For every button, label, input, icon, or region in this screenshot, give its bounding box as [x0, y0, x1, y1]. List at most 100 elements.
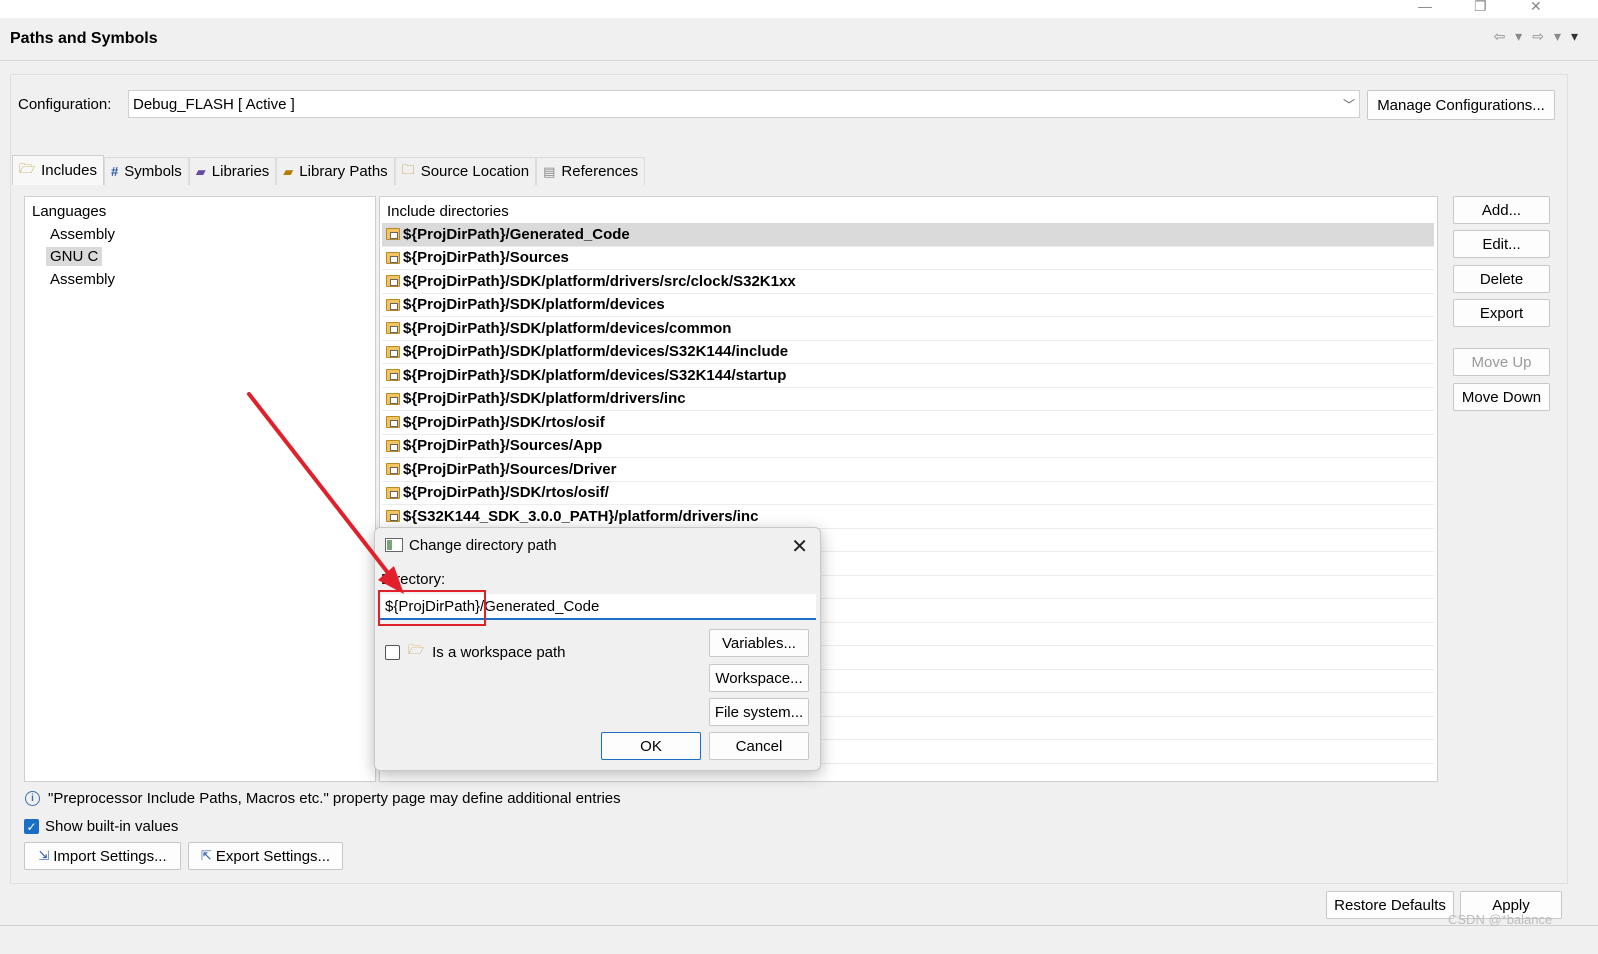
import-settings-button[interactable]: ⇲ Import Settings...: [24, 842, 181, 870]
restore-icon[interactable]: ❐: [1474, 0, 1487, 15]
include-dir-row[interactable]: ${ProjDirPath}/SDK/rtos/osif/: [382, 482, 1434, 505]
source-folder-icon: 🗀: [401, 161, 415, 177]
forward-menu-chevron-icon[interactable]: ▾: [1554, 28, 1561, 45]
folder-icon: 🗁: [408, 642, 425, 657]
include-dir-row[interactable]: ${ProjDirPath}/SDK/platform/drivers/src/…: [382, 270, 1434, 294]
window-icon: [385, 538, 403, 552]
include-dir-row[interactable]: ${ProjDirPath}/Sources/App: [382, 435, 1434, 458]
include-dir-path: ${ProjDirPath}/Sources: [403, 249, 569, 267]
restore-defaults-button[interactable]: Restore Defaults: [1326, 891, 1454, 919]
workspace-path-label: Is a workspace path: [432, 643, 566, 661]
move-up-button[interactable]: Move Up: [1453, 348, 1550, 376]
include-dir-row[interactable]: ${ProjDirPath}/Sources/Driver: [382, 458, 1434, 482]
tab-label: Library Paths: [299, 163, 388, 180]
tab-references[interactable]: ▤ References: [536, 157, 646, 185]
export-icon: ⇱: [200, 848, 212, 863]
delete-button[interactable]: Delete: [1453, 265, 1550, 293]
languages-tree[interactable]: Languages Assembly GNU C Assembly: [24, 196, 376, 782]
tree-item-assembly-2[interactable]: Assembly: [50, 271, 115, 288]
include-dir-row[interactable]: ${ProjDirPath}/SDK/platform/devices/S32K…: [382, 341, 1434, 364]
forward-arrow-icon[interactable]: ⇨: [1532, 28, 1544, 45]
checkbox-unchecked-icon[interactable]: [385, 644, 400, 660]
tab-includes[interactable]: 🗁 Includes: [12, 155, 104, 185]
include-folder-icon: [386, 392, 400, 405]
include-dir-row[interactable]: ${ProjDirPath}/SDK/platform/devices/comm…: [382, 317, 1434, 341]
include-dir-path: ${ProjDirPath}/SDK/rtos/osif/: [403, 484, 609, 502]
tab-source-location[interactable]: 🗀 Source Location: [394, 157, 537, 185]
import-icon: ⇲: [38, 848, 50, 863]
tab-symbols[interactable]: # Symbols: [104, 157, 189, 185]
minimize-icon[interactable]: —: [1418, 0, 1432, 14]
include-dir-row[interactable]: ${ProjDirPath}/SDK/platform/devices: [382, 294, 1434, 317]
include-folder-icon: [386, 439, 400, 452]
include-folder-icon: [386, 369, 400, 382]
dialog-titlebar: Change directory path ✕: [375, 528, 820, 562]
import-settings-label: Import Settings...: [53, 847, 167, 865]
history-nav: ⇦ ▾ ⇨ ▾ ▾: [1493, 28, 1578, 45]
include-dir-row[interactable]: ${ProjDirPath}/SDK/platform/drivers/inc: [382, 388, 1434, 411]
back-menu-chevron-icon[interactable]: ▾: [1515, 28, 1522, 45]
include-dir-row[interactable]: ${ProjDirPath}/SDK/platform/devices/S32K…: [382, 364, 1434, 388]
configuration-select[interactable]: Debug_FLASH [ Active ] ﹀: [128, 90, 1360, 118]
back-arrow-icon[interactable]: ⇦: [1493, 28, 1505, 45]
tree-item-assembly[interactable]: Assembly: [50, 226, 115, 243]
include-folder-icon: [386, 228, 400, 241]
include-folder-icon: [386, 298, 400, 311]
close-icon[interactable]: ✕: [791, 534, 808, 559]
show-builtin-label: Show built-in values: [45, 818, 179, 835]
window-top-strip: — ❐ ✕: [0, 0, 1598, 18]
show-builtin-checkbox[interactable]: ✓ Show built-in values: [24, 818, 178, 835]
cancel-button[interactable]: Cancel: [709, 732, 809, 760]
library-path-icon: ▰: [283, 163, 294, 179]
include-dir-path: ${ProjDirPath}/Generated_Code: [403, 225, 630, 243]
annotation-highlight-box: [378, 590, 486, 626]
tab-label: Libraries: [211, 163, 270, 180]
configuration-value: Debug_FLASH [ Active ]: [133, 95, 295, 113]
include-dir-path: ${ProjDirPath}/Sources/App: [403, 437, 603, 455]
include-dir-path: ${ProjDirPath}/SDK/platform/drivers/inc: [403, 390, 686, 408]
page-title: Paths and Symbols: [10, 30, 158, 47]
export-settings-label: Export Settings...: [215, 847, 331, 865]
checkbox-checked-icon[interactable]: ✓: [24, 819, 39, 834]
reference-icon: ▤: [543, 163, 556, 179]
include-folder-icon: [386, 486, 400, 499]
workspace-path-checkbox[interactable]: 🗁 Is a workspace path: [385, 641, 566, 663]
tab-library-paths[interactable]: ▰ Library Paths: [276, 157, 395, 185]
tab-bar: 🗁 Includes # Symbols ▰ Libraries ▰ Libra…: [12, 155, 646, 185]
ok-button[interactable]: OK: [601, 732, 701, 760]
info-icon: i: [25, 791, 40, 806]
info-message: i "Preprocessor Include Paths, Macros et…: [25, 790, 621, 807]
languages-header: Languages: [32, 203, 107, 220]
view-menu-chevron-icon[interactable]: ▾: [1571, 28, 1578, 45]
tree-item-gnu-c[interactable]: GNU C: [46, 247, 103, 266]
close-window-icon[interactable]: ✕: [1530, 0, 1542, 15]
include-directories-header: Include directories: [387, 203, 509, 220]
export-button[interactable]: Export: [1453, 299, 1550, 327]
include-dir-row[interactable]: ${ProjDirPath}/SDK/rtos/osif: [382, 411, 1434, 435]
export-settings-button[interactable]: ⇱ Export Settings...: [188, 842, 343, 870]
configuration-label: Configuration:: [18, 96, 112, 113]
include-folder-icon: [386, 322, 400, 335]
add-button[interactable]: Add...: [1453, 196, 1550, 224]
include-dir-row[interactable]: ${S32K144_SDK_3.0.0_PATH}/platform/drive…: [382, 505, 1434, 529]
include-dir-path: ${ProjDirPath}/SDK/platform/devices/S32K…: [403, 343, 789, 361]
include-folder-icon: [386, 251, 400, 264]
info-text: "Preprocessor Include Paths, Macros etc.…: [48, 790, 621, 807]
manage-configurations-button[interactable]: Manage Configurations...: [1367, 90, 1555, 120]
include-dir-row[interactable]: ${ProjDirPath}/Sources: [382, 247, 1434, 270]
tab-libraries[interactable]: ▰ Libraries: [188, 157, 277, 185]
directory-label: Directory:: [381, 571, 446, 588]
include-folder-icon: [386, 510, 400, 523]
include-dir-path: ${ProjDirPath}/SDK/platform/devices/comm…: [403, 319, 732, 337]
include-dir-row[interactable]: ${ProjDirPath}/Generated_Code: [382, 223, 1434, 247]
library-icon: ▰: [195, 163, 206, 179]
tab-label: Source Location: [420, 163, 530, 180]
variables-button[interactable]: Variables...: [709, 629, 809, 657]
tab-label: Includes: [41, 162, 97, 179]
edit-button[interactable]: Edit...: [1453, 230, 1550, 258]
move-down-button[interactable]: Move Down: [1453, 383, 1550, 411]
include-folder-icon: [386, 416, 400, 429]
workspace-button[interactable]: Workspace...: [709, 664, 809, 692]
file-system-button[interactable]: File system...: [709, 698, 809, 726]
change-directory-dialog: Change directory path ✕ Directory: 🗁 Is …: [374, 527, 821, 771]
